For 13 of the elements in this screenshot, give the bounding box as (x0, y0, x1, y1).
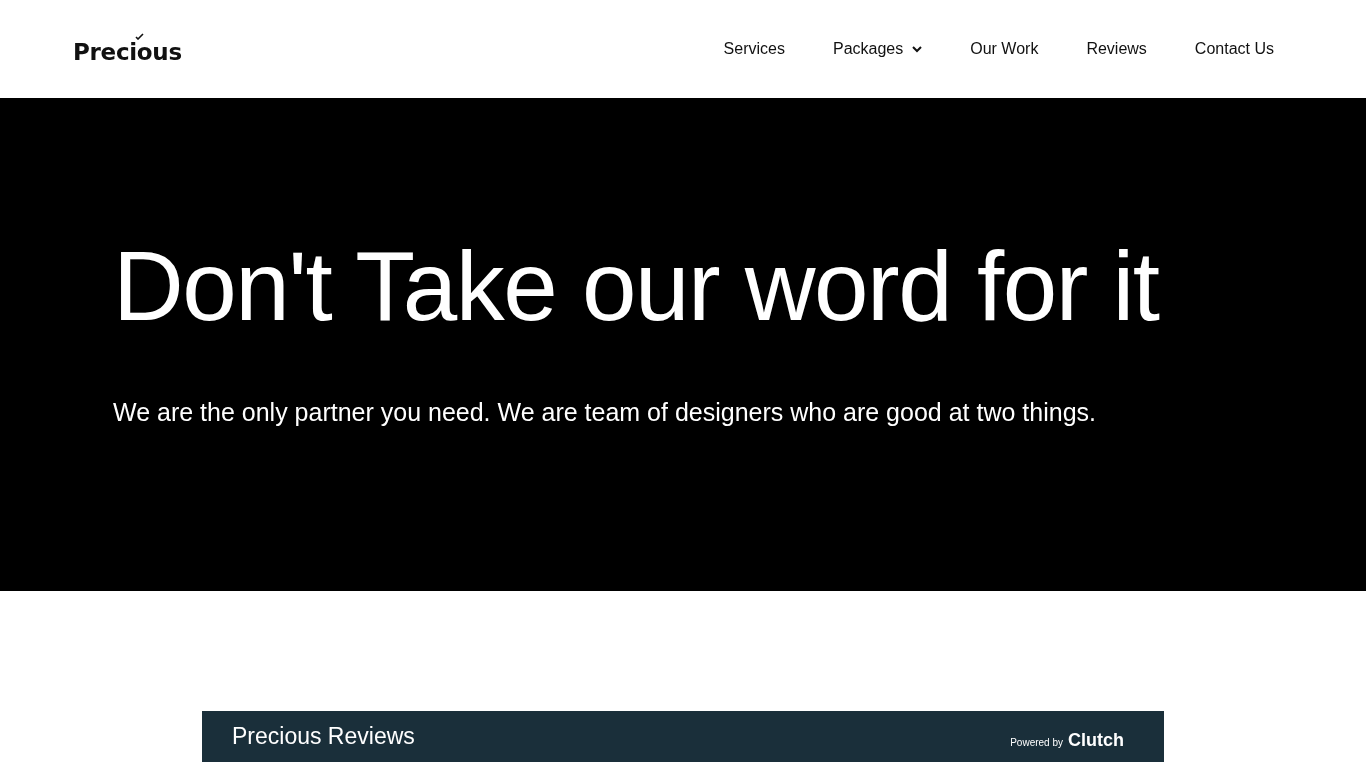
nav-link[interactable]: Reviews (1086, 40, 1147, 58)
nav-link[interactable]: Contact Us (1194, 40, 1274, 58)
widget-title: Precious Reviews (232, 723, 415, 750)
check-mark-icon (135, 33, 144, 40)
powered-by-label: Powered by (1010, 737, 1063, 748)
logo[interactable]: Precious (73, 39, 182, 65)
chevron-down-icon (912, 45, 923, 53)
hero-title: Don't Take our word for it (113, 230, 1161, 343)
nav-link[interactable]: Packages (832, 40, 923, 58)
nav-link[interactable]: Services (723, 40, 785, 58)
clutch-logo[interactable]: Clutch (1068, 730, 1124, 751)
hero-subtitle: We are the only partner you need. We are team of designers who are good at two things. (113, 397, 1097, 427)
nav-link[interactable]: Our Work (970, 40, 1039, 58)
